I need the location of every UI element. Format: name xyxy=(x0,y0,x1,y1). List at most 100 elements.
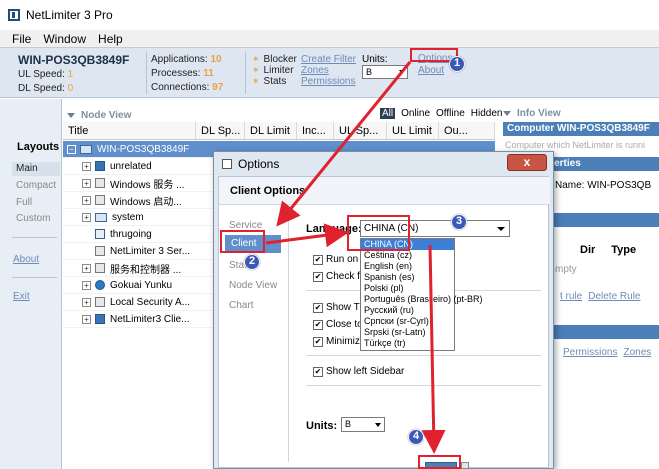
column-title[interactable]: Title xyxy=(63,122,196,139)
tree-row-label: thrugoing xyxy=(110,228,152,240)
divider xyxy=(306,385,541,386)
checkbox-label: Close to xyxy=(326,319,363,330)
globe-icon xyxy=(95,280,105,290)
app-icon xyxy=(95,178,105,188)
expand-icon[interactable]: + xyxy=(82,161,91,171)
column-incoming[interactable]: Inc... xyxy=(297,122,334,139)
tree-row-label: WIN-POS3QB3849F xyxy=(97,143,190,155)
layout-compact[interactable]: Compact xyxy=(16,180,56,191)
filter-offline[interactable]: Offline xyxy=(436,108,465,119)
checkbox-checked-icon[interactable]: ✔ xyxy=(313,302,323,313)
checkbox-minimize[interactable]: ✔ Minimize xyxy=(313,336,365,347)
node-icon xyxy=(95,229,105,239)
dl-speed: DL Speed: 0 xyxy=(18,83,74,94)
connections-count: Connections: 97 xyxy=(151,82,224,93)
expand-icon[interactable]: + xyxy=(82,212,91,222)
step-badge-2: 2 xyxy=(244,254,260,270)
layout-custom[interactable]: Custom xyxy=(16,213,50,224)
checkbox-check-updates[interactable]: ✔ Check fo xyxy=(313,271,365,282)
language-option[interactable]: English (en) xyxy=(361,261,454,272)
checkbox-show-left-sidebar[interactable]: ✔ Show left Sidebar xyxy=(313,366,404,377)
nodeview-filters: All Online Offline Hidden xyxy=(380,108,502,119)
module-blocker[interactable]: ✶ Blocker xyxy=(252,54,297,65)
highlight-client xyxy=(220,230,265,253)
column-ul-limit[interactable]: UL Limit xyxy=(387,122,439,139)
language-option[interactable]: Türkçe (tr) xyxy=(361,338,454,349)
column-dl-limit[interactable]: DL Limit xyxy=(245,122,297,139)
nav-chart[interactable]: Chart xyxy=(229,300,253,311)
delete-rule-link[interactable]: Delete Rule xyxy=(588,291,640,302)
language-option[interactable]: Português (Brasileiro) (pt-BR) xyxy=(361,294,483,305)
module-limiter[interactable]: ✶ Limiter xyxy=(252,65,294,76)
zones-link[interactable]: Zones xyxy=(301,65,329,76)
tree-row-label: unrelated xyxy=(110,160,152,172)
tree-row-label: Gokuai Yunku xyxy=(110,279,173,291)
units-label: Units: xyxy=(362,54,388,65)
expand-icon[interactable]: + xyxy=(82,195,91,205)
star-icon: ✶ xyxy=(252,54,260,64)
layout-full[interactable]: Full xyxy=(16,197,32,208)
exit-link[interactable]: Exit xyxy=(13,291,30,302)
tree-row-label: Local Security A... xyxy=(110,296,191,308)
checkbox-label: Show left Sidebar xyxy=(326,366,405,377)
app-icon xyxy=(95,195,105,205)
column-outgoing[interactable]: Ou... xyxy=(439,122,495,139)
column-dir[interactable]: Dir xyxy=(580,244,595,256)
checkbox-close-to-tray[interactable]: ✔ Close to xyxy=(313,319,363,330)
tree-row-label: 服务和控制器 ... xyxy=(110,264,182,276)
language-option[interactable]: Spanish (es) xyxy=(361,272,454,283)
menu-file[interactable]: File xyxy=(12,32,31,46)
step-badge-3: 3 xyxy=(451,214,467,230)
collapse-icon[interactable]: − xyxy=(67,144,76,154)
filter-hidden[interactable]: Hidden xyxy=(471,108,503,119)
layouts-heading: Layouts xyxy=(17,141,60,153)
expand-icon[interactable]: + xyxy=(82,178,91,188)
divider xyxy=(12,277,57,278)
add-rule-link[interactable]: t rule xyxy=(560,291,582,302)
units-select[interactable]: B xyxy=(362,65,408,79)
dropdown-arrow-icon xyxy=(375,423,381,427)
checkbox-checked-icon[interactable]: ✔ xyxy=(313,271,323,282)
language-option[interactable]: Српски (sr-Cyrl) xyxy=(361,316,454,327)
expand-icon[interactable]: + xyxy=(82,314,91,324)
computer-icon xyxy=(80,144,92,154)
create-filter-link[interactable]: Create Filter xyxy=(301,54,356,65)
checkbox-checked-icon[interactable]: ✔ xyxy=(313,254,323,265)
close-button[interactable]: x xyxy=(507,154,547,171)
expand-icon[interactable]: + xyxy=(82,280,91,290)
language-dropdown-list: CHINA (CN) Čeština (cz) English (en) Spa… xyxy=(360,238,483,351)
about-link[interactable]: About xyxy=(418,65,444,76)
dropdown-arrow-icon xyxy=(497,227,505,231)
info-zones-link[interactable]: Zones xyxy=(623,347,651,358)
about-nav-link[interactable]: About xyxy=(13,254,39,265)
checkbox-checked-icon[interactable]: ✔ xyxy=(313,336,323,347)
cancel-button[interactable] xyxy=(461,462,469,469)
app-icon xyxy=(95,246,105,256)
grid-header: Title DL Sp... DL Limit Inc... UL Sp... … xyxy=(63,122,495,140)
filter-online[interactable]: Online xyxy=(401,108,430,119)
column-ul-speed[interactable]: UL Sp... xyxy=(334,122,387,139)
language-option[interactable]: Polski (pl) xyxy=(361,283,454,294)
language-option[interactable]: Русский (ru) xyxy=(361,305,454,316)
info-permissions-link[interactable]: Permissions xyxy=(563,347,617,358)
filter-all[interactable]: All xyxy=(380,108,396,119)
star-icon: ✶ xyxy=(252,65,260,75)
layout-main[interactable]: Main xyxy=(12,162,60,176)
applications-count: Applications: 10 xyxy=(151,54,222,65)
checkbox-checked-icon[interactable]: ✔ xyxy=(313,319,323,330)
infoview-heading[interactable]: Info View xyxy=(503,108,561,119)
menu-window[interactable]: Window xyxy=(43,32,86,46)
dialog-units-select[interactable]: B xyxy=(341,417,385,432)
checkbox-checked-icon[interactable]: ✔ xyxy=(313,366,323,377)
nav-node-view[interactable]: Node View xyxy=(229,280,277,291)
column-type[interactable]: Type xyxy=(611,244,636,256)
column-dl-speed[interactable]: DL Sp... xyxy=(196,122,245,139)
module-stats[interactable]: ✶ Stats xyxy=(252,76,286,87)
expand-icon[interactable]: + xyxy=(82,263,91,273)
app-icon xyxy=(95,263,105,273)
expand-icon[interactable]: + xyxy=(82,297,91,307)
language-option[interactable]: Čeština (cz) xyxy=(361,250,454,261)
menu-help[interactable]: Help xyxy=(98,32,123,46)
permissions-link[interactable]: Permissions xyxy=(301,76,355,87)
language-option[interactable]: Srpski (sr-Latn) xyxy=(361,327,454,338)
